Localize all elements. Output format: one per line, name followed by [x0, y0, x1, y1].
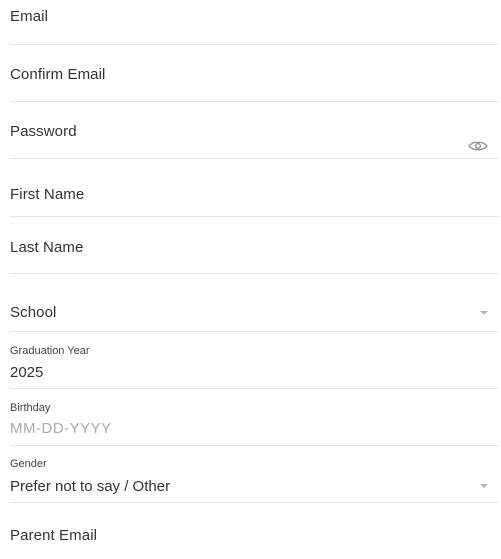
birthday-label: Birthday [10, 402, 51, 414]
graduation-year-value: 2025 [10, 364, 44, 381]
chevron-down-icon [480, 484, 488, 488]
confirm-email-label: Confirm Email [10, 66, 106, 83]
graduation-year-field[interactable]: Graduation Year 2025 [10, 332, 498, 389]
first-name-field[interactable]: First Name [10, 159, 498, 217]
parent-email-field[interactable]: Parent Email [10, 503, 498, 559]
confirm-email-field[interactable]: Confirm Email [10, 45, 498, 102]
email-label: Email [10, 8, 49, 25]
password-field[interactable]: Password [10, 102, 498, 159]
parent-email-label: Parent Email [10, 527, 98, 544]
gender-label: Gender [10, 458, 47, 470]
last-name-label: Last Name [10, 239, 84, 256]
school-select[interactable]: School [10, 274, 498, 332]
eye-icon[interactable] [468, 140, 488, 152]
chevron-down-icon [480, 311, 488, 315]
gender-value: Prefer not to say / Other [10, 478, 171, 495]
school-label: School [10, 304, 57, 321]
password-label: Password [10, 123, 77, 140]
email-field[interactable]: Email [10, 0, 498, 45]
graduation-year-label: Graduation Year [10, 345, 90, 357]
birthday-field[interactable]: Birthday MM-DD-YYYY [10, 389, 498, 446]
gender-select[interactable]: Gender Prefer not to say / Other [10, 446, 498, 503]
first-name-label: First Name [10, 186, 85, 203]
birthday-placeholder: MM-DD-YYYY [10, 420, 112, 437]
last-name-field[interactable]: Last Name [10, 217, 498, 274]
